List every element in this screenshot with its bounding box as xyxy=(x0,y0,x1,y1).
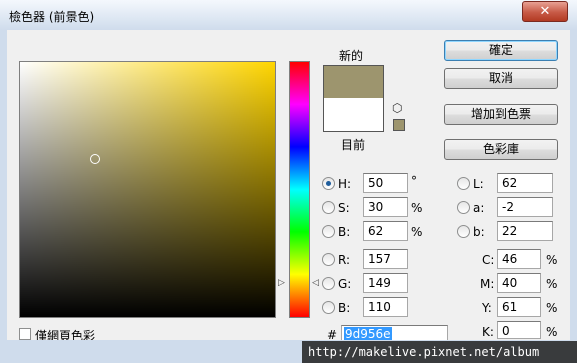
close-button[interactable]: ✕ xyxy=(522,1,568,22)
watermark: http://makelive.pixnet.net/album xyxy=(302,341,577,363)
h-radio[interactable] xyxy=(322,177,335,190)
s-field[interactable]: 30 xyxy=(363,197,408,217)
y-label: Y: xyxy=(482,301,492,315)
a-label: a: xyxy=(473,201,485,215)
h-unit: ° xyxy=(411,174,417,188)
rgb-b-radio[interactable] xyxy=(322,301,335,314)
b-field[interactable]: 62 xyxy=(363,221,408,241)
hue-slider-left-arrow-icon[interactable]: ▷ xyxy=(278,278,285,288)
lab-b-label: b: xyxy=(473,225,485,239)
current-color-label: 目前 xyxy=(341,138,366,152)
c-unit: % xyxy=(546,253,558,267)
r-field[interactable]: 157 xyxy=(363,249,408,269)
close-icon: ✕ xyxy=(539,4,551,19)
rgb-b-label: B: xyxy=(338,301,351,315)
b-radio[interactable] xyxy=(322,225,335,238)
r-label: R: xyxy=(338,253,351,267)
rgb-b-field[interactable]: 110 xyxy=(363,297,408,317)
m-field[interactable]: 40 xyxy=(497,273,541,293)
a-field[interactable]: -2 xyxy=(497,197,553,217)
r-radio[interactable] xyxy=(322,253,335,266)
title-bar: 檢色器 (前景色) ✕ xyxy=(0,0,577,31)
add-to-swatches-button[interactable]: 增加到色票 xyxy=(444,104,558,125)
s-unit: % xyxy=(411,201,423,215)
c-field[interactable]: 46 xyxy=(497,249,541,269)
y-unit: % xyxy=(546,301,558,315)
g-radio[interactable] xyxy=(322,277,335,290)
window-frame-left xyxy=(0,30,7,340)
a-radio[interactable] xyxy=(457,201,470,214)
window-title: 檢色器 (前景色) xyxy=(9,10,95,24)
color-libraries-button[interactable]: 色彩庫 xyxy=(444,139,558,160)
new-color-swatch xyxy=(323,65,384,99)
hue-slider-right-arrow-icon[interactable]: ◁ xyxy=(312,278,319,288)
hue-slider[interactable] xyxy=(289,61,310,318)
k-unit: % xyxy=(546,325,558,339)
y-field[interactable]: 61 xyxy=(497,297,541,317)
b-label: B: xyxy=(338,225,351,239)
b-unit: % xyxy=(411,225,423,239)
m-unit: % xyxy=(546,277,558,291)
window-frame-right xyxy=(570,30,577,340)
h-field[interactable]: 50 xyxy=(363,173,408,193)
lab-b-radio[interactable] xyxy=(457,225,470,238)
k-label: K: xyxy=(482,325,494,339)
web-colors-only-checkbox[interactable] xyxy=(19,328,31,340)
hex-value: 9d956e xyxy=(344,327,392,341)
gamut-cube-icon[interactable]: ⬡ xyxy=(392,101,402,115)
lab-b-field[interactable]: 22 xyxy=(497,221,553,241)
g-field[interactable]: 149 xyxy=(363,273,408,293)
gamut-color-swatch[interactable] xyxy=(393,119,405,131)
s-radio[interactable] xyxy=(322,201,335,214)
g-label: G: xyxy=(338,277,352,291)
color-picker-ring[interactable] xyxy=(90,154,100,164)
new-color-label: 新的 xyxy=(339,49,364,63)
l-field[interactable]: 62 xyxy=(497,173,553,193)
color-field[interactable] xyxy=(19,61,276,318)
l-radio[interactable] xyxy=(457,177,470,190)
l-label: L: xyxy=(473,177,484,191)
cancel-button[interactable]: 取消 xyxy=(444,68,558,89)
k-field[interactable]: 0 xyxy=(497,321,541,339)
s-label: S: xyxy=(338,201,350,215)
m-label: M: xyxy=(480,277,495,291)
h-label: H: xyxy=(338,177,352,191)
ok-button[interactable]: 確定 xyxy=(444,40,558,61)
c-label: C: xyxy=(482,253,495,267)
current-color-swatch[interactable] xyxy=(323,98,384,132)
